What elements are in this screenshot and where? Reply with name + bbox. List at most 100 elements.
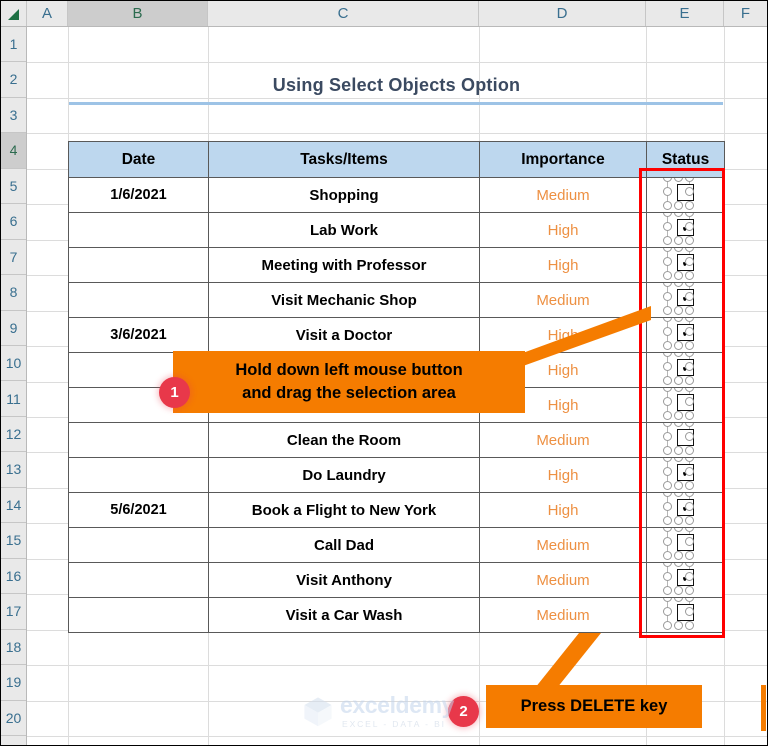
- selection-handle[interactable]: [673, 248, 683, 252]
- row-header-7[interactable]: 7: [1, 239, 26, 276]
- row-header-3[interactable]: 3: [1, 97, 26, 134]
- selection-handle[interactable]: [673, 423, 683, 427]
- selection-handle[interactable]: [662, 318, 672, 322]
- selection-handle[interactable]: [673, 236, 683, 245]
- selection-handle[interactable]: [684, 467, 694, 476]
- selection-handle[interactable]: [684, 607, 694, 616]
- selection-handle[interactable]: [662, 376, 672, 385]
- row-header-20[interactable]: 20: [1, 700, 26, 736]
- selection-handle[interactable]: [673, 551, 683, 560]
- selection-handle[interactable]: [662, 178, 672, 182]
- checkbox-control[interactable]: ✔: [662, 458, 697, 490]
- selection-handle[interactable]: [662, 423, 672, 427]
- cell-status[interactable]: ✔: [646, 212, 725, 248]
- column-header-d[interactable]: D: [479, 1, 646, 26]
- selection-handle[interactable]: [684, 201, 694, 210]
- selection-handle[interactable]: [662, 283, 672, 287]
- selection-handle[interactable]: [673, 376, 683, 385]
- selection-handle[interactable]: [673, 353, 683, 357]
- cell-date[interactable]: 1/6/2021: [68, 177, 209, 213]
- cell-task[interactable]: Meeting with Professor: [208, 247, 480, 283]
- selection-handle[interactable]: [662, 432, 672, 441]
- selection-handle[interactable]: [673, 493, 683, 497]
- selection-handle[interactable]: [673, 306, 683, 315]
- cell-task[interactable]: Do Laundry: [208, 457, 480, 493]
- cell-status[interactable]: [646, 177, 725, 213]
- selection-handle[interactable]: [662, 341, 672, 350]
- selection-handle[interactable]: [684, 341, 694, 350]
- cell-importance[interactable]: High: [479, 492, 647, 528]
- selection-handle[interactable]: [662, 306, 672, 315]
- row-header-15[interactable]: 15: [1, 523, 26, 559]
- cell-status[interactable]: [646, 422, 725, 458]
- selection-handle[interactable]: [673, 341, 683, 350]
- row-header-2[interactable]: 2: [1, 62, 26, 98]
- selection-handle[interactable]: [662, 537, 672, 546]
- checkbox-control[interactable]: [662, 388, 697, 420]
- cell-status[interactable]: ✔: [646, 282, 725, 318]
- cell-importance[interactable]: High: [479, 317, 647, 353]
- checkbox-control[interactable]: [662, 178, 697, 210]
- cell-importance[interactable]: High: [479, 247, 647, 283]
- checkbox-control[interactable]: [662, 528, 697, 560]
- cell-task[interactable]: Visit a Doctor: [208, 317, 480, 353]
- selection-handle[interactable]: [684, 213, 694, 217]
- selection-handle[interactable]: [662, 481, 672, 490]
- selection-handle[interactable]: [673, 388, 683, 392]
- checkbox-control[interactable]: ✔: [662, 283, 697, 315]
- cell-task[interactable]: Visit a Car Wash: [208, 597, 480, 633]
- column-header-f[interactable]: F: [724, 1, 767, 26]
- cell-date[interactable]: [68, 597, 209, 633]
- selection-handle[interactable]: [662, 353, 672, 357]
- selection-handle[interactable]: [673, 213, 683, 217]
- selection-handle[interactable]: [662, 551, 672, 560]
- cell-status[interactable]: ✔: [646, 562, 725, 598]
- column-header-a[interactable]: A: [27, 1, 68, 26]
- selection-handle[interactable]: [662, 388, 672, 392]
- selection-handle[interactable]: [673, 201, 683, 210]
- row-header-4[interactable]: 4: [1, 133, 26, 169]
- selection-handle[interactable]: [684, 292, 694, 301]
- selection-handle[interactable]: [684, 598, 694, 602]
- checkbox-control[interactable]: [662, 423, 697, 455]
- selection-handle[interactable]: [684, 236, 694, 245]
- row-header-6[interactable]: 6: [1, 204, 26, 240]
- cell-importance[interactable]: Medium: [479, 282, 647, 318]
- selection-handle[interactable]: [673, 516, 683, 525]
- selection-handle[interactable]: [662, 586, 672, 595]
- selection-handle[interactable]: [673, 283, 683, 287]
- checkbox-control[interactable]: ✔: [662, 318, 697, 350]
- selection-handle[interactable]: [684, 502, 694, 511]
- cell-status[interactable]: ✔: [646, 492, 725, 528]
- selection-handle[interactable]: [673, 528, 683, 532]
- selection-handle[interactable]: [673, 621, 683, 630]
- selection-handle[interactable]: [662, 493, 672, 497]
- selection-handle[interactable]: [684, 318, 694, 322]
- selection-handle[interactable]: [684, 178, 694, 182]
- selection-handle[interactable]: [662, 362, 672, 371]
- row-header-16[interactable]: 16: [1, 558, 26, 595]
- selection-handle[interactable]: [662, 248, 672, 252]
- cell-status[interactable]: ✔: [646, 247, 725, 283]
- cell-importance[interactable]: Medium: [479, 527, 647, 563]
- selection-handle[interactable]: [684, 327, 694, 336]
- cell-importance[interactable]: Medium: [479, 422, 647, 458]
- selection-handle[interactable]: [684, 423, 694, 427]
- selection-handle[interactable]: [684, 446, 694, 455]
- selection-handle[interactable]: [662, 607, 672, 616]
- selection-handle[interactable]: [662, 563, 672, 567]
- selection-handle[interactable]: [684, 187, 694, 196]
- selection-handle[interactable]: [684, 257, 694, 266]
- selection-handle[interactable]: [684, 563, 694, 567]
- selection-handle[interactable]: [662, 572, 672, 581]
- selection-handle[interactable]: [673, 481, 683, 490]
- cell-date[interactable]: 5/6/2021: [68, 492, 209, 528]
- cell-date[interactable]: [68, 212, 209, 248]
- cell-task[interactable]: Book a Flight to New York: [208, 492, 480, 528]
- selection-handle[interactable]: [662, 528, 672, 532]
- selection-handle[interactable]: [684, 376, 694, 385]
- selection-handle[interactable]: [684, 458, 694, 462]
- selection-handle[interactable]: [673, 563, 683, 567]
- selection-handle[interactable]: [684, 537, 694, 546]
- cell-task[interactable]: Visit Anthony: [208, 562, 480, 598]
